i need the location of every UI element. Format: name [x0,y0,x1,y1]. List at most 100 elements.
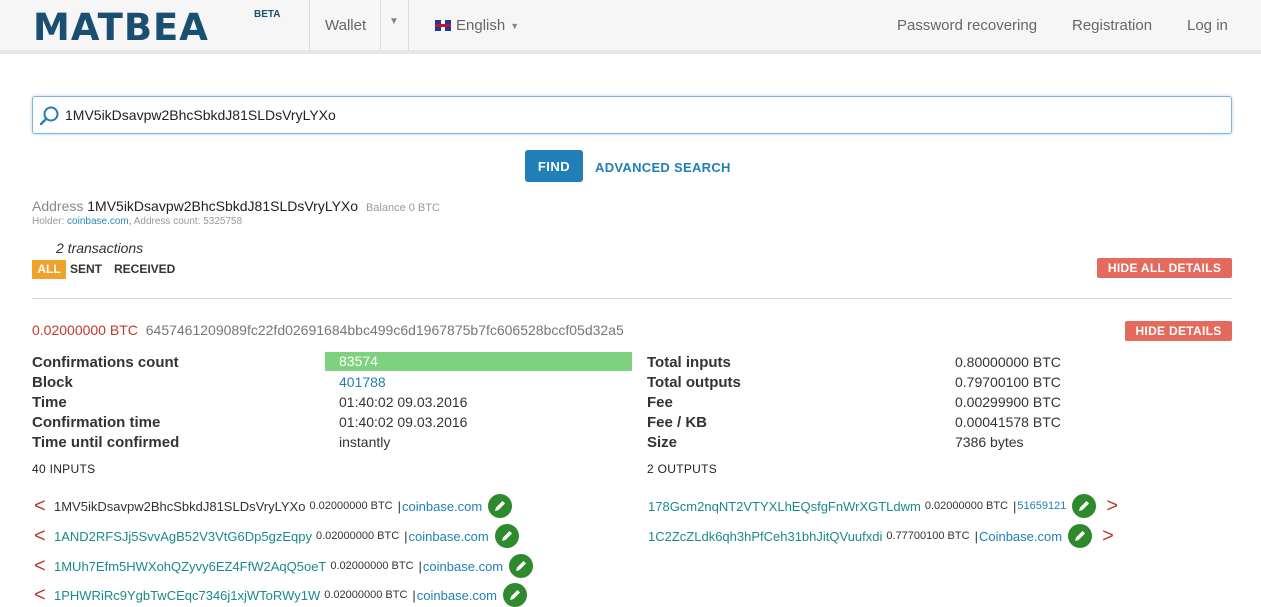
wallet-dropdown-caret-icon[interactable]: ▼ [389,16,399,27]
output-holder-link[interactable]: Coinbase.com [979,529,1062,544]
input-holder-link[interactable]: coinbase.com [402,499,482,514]
arrow-left-icon[interactable]: < [34,525,48,548]
chevron-down-icon: ▼ [510,20,520,31]
confirmation-time-value: 01:40:02 09.03.2016 [339,414,468,430]
search-icon [39,106,59,126]
top-header: MATBEA BETA Wallet ▼ English ▼ Password … [0,0,1261,54]
input-address: 1MV5ikDsavpw2BhcSbkdJ81SLDsVryLYXo [54,498,306,514]
arrow-right-icon[interactable]: > [1102,525,1114,548]
label-total-outputs: Total outputs [647,374,741,391]
edit-pencil-icon[interactable] [503,583,528,607]
transaction-header: 0.02000000 BTC 6457461209089fc22fd026916… [32,322,624,338]
input-amount: 0.02000000 BTC [330,560,414,572]
fee-value: 0.00299900 BTC [955,394,1061,410]
input-amount: 0.02000000 BTC [324,589,408,601]
label-confirmation-time: Confirmation time [32,414,161,431]
output-address[interactable]: 178Gcm2nqNT2VTYXLhEQsfgFnWrXGTLdwm [648,499,921,514]
arrow-left-icon[interactable]: < [34,584,48,607]
input-holder-link[interactable]: coinbase.com [417,588,497,603]
nav-registration[interactable]: Registration [1072,17,1152,34]
output-row: 178Gcm2nqNT2VTYXLhEQsfgFnWrXGTLdwm 0.020… [648,493,1118,519]
size-value: 7386 bytes [955,434,1024,450]
logo[interactable]: MATBEA [33,6,209,49]
edit-pencil-icon[interactable] [1068,524,1093,548]
separator: | [397,498,402,514]
language-label: English [456,17,506,34]
input-address[interactable]: 1MUh7Efm5HWXohQZyvy6EZ4FfW2AqQ5oeT [54,559,326,574]
nav-password-recovering[interactable]: Password recovering [897,17,1037,34]
hide-all-details-button[interactable]: HIDE ALL DETAILS [1097,258,1232,278]
label-size: Size [647,434,678,451]
time-value: 01:40:02 09.03.2016 [339,394,468,410]
edit-pencil-icon[interactable] [494,524,519,548]
holder-line: Holder: coinbase.com, Address count: 532… [32,216,242,227]
search-input[interactable] [65,105,1215,125]
confirmations-value: 83574 [339,353,378,369]
input-amount: 0.02000000 BTC [315,530,400,542]
holder-link[interactable]: coinbase.com, [67,216,131,227]
separator: | [974,528,978,544]
output-holder-link[interactable]: 51659121 [1017,500,1066,512]
separator: | [1013,498,1017,514]
filter-all-tab[interactable]: ALL [32,260,66,279]
output-amount: 0.02000000 BTC [924,500,1009,512]
arrow-left-icon[interactable]: < [34,555,48,578]
input-amount: 0.02000000 BTC [309,500,393,512]
label-fee-per-kb: Fee / KB [647,414,708,431]
holder-label: Holder: [32,216,65,227]
input-row: < 1MV5ikDsavpw2BhcSbkdJ81SLDsVryLYXo 0.0… [34,493,513,519]
inputs-heading: 40 INPUTS [32,462,96,476]
transaction-count: 2 transactions [56,240,144,256]
filter-sent-tab[interactable]: SENT [70,260,102,279]
address-line: Address 1MV5ikDsavpw2BhcSbkdJ81SLDsVryLY… [32,198,440,214]
arrow-left-icon[interactable]: < [34,495,48,518]
separator: | [418,558,422,574]
input-row: < 1MUh7Efm5HWXohQZyvy6EZ4FfW2AqQ5oeT 0.0… [34,553,534,579]
edit-pencil-icon[interactable] [509,554,534,578]
input-holder-link[interactable]: coinbase.com [423,559,503,574]
section-divider [32,298,1232,299]
edit-pencil-icon[interactable] [488,494,513,518]
header-divider [380,0,381,50]
arrow-right-icon[interactable]: > [1106,495,1118,518]
input-address[interactable]: 1PHWRiRc9YgbTwCEqc7346j1xjWToRWy1W [54,588,320,603]
header-divider [408,0,409,50]
address-label: Address [32,198,84,214]
header-divider [309,0,310,50]
label-total-inputs: Total inputs [647,354,731,371]
input-holder-link[interactable]: coinbase.com [409,529,489,544]
uk-flag-icon [435,20,451,31]
output-amount: 0.77700100 BTC [886,530,970,542]
label-time-until-confirmed: Time until confirmed [32,434,180,451]
address-value: 1MV5ikDsavpw2BhcSbkdJ81SLDsVryLYXo [87,198,359,214]
edit-pencil-icon[interactable] [1072,494,1097,518]
advanced-search-link[interactable]: ADVANCED SEARCH [595,160,731,175]
output-address[interactable]: 1C2ZcZLdk6qh3hPfCeh31bhJitQVuufxdi [648,529,882,544]
input-row: < 1AND2RFSJj5SvvAgB52V3VtG6Dp5gzEqpy 0.0… [34,523,519,549]
label-confirmations: Confirmations count [32,354,179,371]
label-block: Block [32,374,73,391]
output-row: 1C2ZcZLdk6qh3hPfCeh31bhJitQVuufxdi 0.777… [648,523,1114,549]
time-until-value: instantly [339,434,391,450]
block-link[interactable]: 401788 [339,374,386,390]
nav-wallet[interactable]: Wallet [325,17,366,34]
transaction-amount: 0.02000000 BTC [32,322,138,338]
transaction-hash[interactable]: 6457461209089fc22fd02691684bbc499c6d1967… [146,322,624,338]
total-inputs-value: 0.80000000 BTC [955,354,1061,370]
filter-received-tab[interactable]: RECEIVED [114,260,175,279]
language-selector[interactable]: English ▼ [435,17,519,34]
find-button[interactable]: FIND [525,150,583,182]
input-address[interactable]: 1AND2RFSJj5SvvAgB52V3VtG6Dp5gzEqpy [54,529,312,544]
search-box[interactable] [32,96,1232,134]
input-row: < 1PHWRiRc9YgbTwCEqc7346j1xjWToRWy1W 0.0… [34,582,528,607]
nav-login[interactable]: Log in [1187,17,1228,34]
label-time: Time [32,394,67,411]
total-outputs-value: 0.79700100 BTC [955,374,1061,390]
label-fee: Fee [647,394,673,411]
address-balance: Balance 0 BTC [365,202,440,214]
hide-details-button[interactable]: HIDE DETAILS [1125,321,1232,341]
address-count: Address count: 5325758 [133,216,243,227]
fee-per-kb-value: 0.00041578 BTC [955,414,1061,430]
outputs-heading: 2 OUTPUTS [647,462,718,476]
beta-badge: BETA [254,9,281,20]
